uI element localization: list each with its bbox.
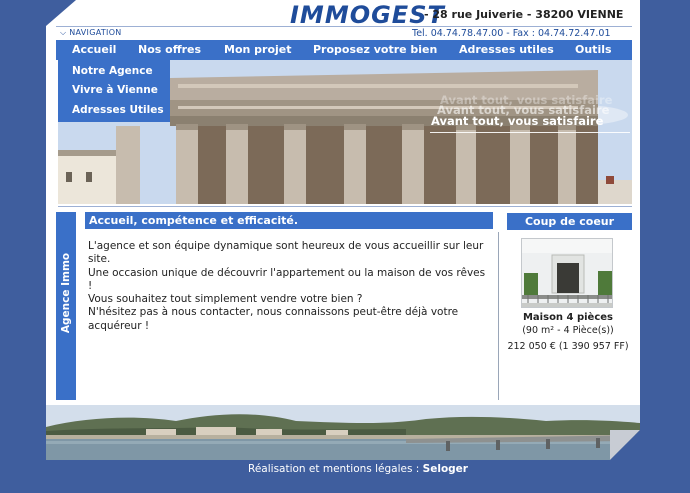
navigation-hint: ⌵ NAVIGATION	[60, 28, 122, 38]
menu-item-adresses-utiles[interactable]: Adresses utiles	[459, 43, 554, 56]
column-divider	[498, 232, 499, 400]
main-menu-bar: Accueil Nos offres Mon projet Proposez v…	[56, 40, 632, 60]
intro-paragraph-3: Vous souhaitez tout simplement vendre vo…	[88, 293, 363, 306]
navigation-hint-label: NAVIGATION	[69, 28, 122, 37]
featured-property-photo[interactable]	[521, 238, 613, 308]
side-tab: Agence Immo	[56, 212, 76, 400]
coup-de-coeur-heading: Coup de coeur	[507, 213, 632, 230]
submenu-item-vivre-a-vienne[interactable]: Vivre à Vienne	[72, 84, 158, 96]
featured-property-details: (90 m² - 4 Pièce(s))	[522, 325, 614, 336]
vienne-panorama	[46, 405, 640, 460]
main-text: L'agence et son équipe dynamique sont he…	[88, 240, 488, 333]
header-divider	[56, 26, 632, 27]
featured-property-title[interactable]: Maison 4 pièces	[500, 312, 636, 323]
river-panorama-image	[46, 405, 640, 460]
footer: Réalisation et mentions légales : Seloge…	[0, 463, 690, 475]
chevron-down-icon: ⌵	[60, 28, 67, 37]
menu-item-outils[interactable]: Outils	[575, 43, 612, 56]
side-tab-label: Agence Immo	[60, 252, 72, 334]
intro-paragraph-4: N'hésitez pas à nous contacter, nous con…	[88, 306, 459, 332]
site-logo[interactable]: IMMOGEST	[290, 1, 445, 29]
agency-address: - 28 rue Juiverie - 38200 VIENNE	[424, 8, 624, 21]
main-heading: Accueil, compétence et efficacité.	[85, 212, 493, 229]
menu-item-mon-projet[interactable]: Mon projet	[224, 43, 292, 56]
house-facade-image	[522, 239, 612, 307]
footer-text: Réalisation et mentions légales :	[248, 463, 420, 475]
intro-paragraph-2: Une occasion unique de découvrir l'appar…	[88, 266, 486, 292]
intro-paragraph-1: L'agence et son équipe dynamique sont he…	[88, 240, 484, 266]
page-fold-corner	[610, 430, 640, 460]
banner-divider	[58, 206, 632, 207]
banner-slogan: Avant tout, vous satisfaire	[431, 114, 604, 128]
submenu-item-adresses-utiles[interactable]: Adresses Utiles	[72, 104, 164, 116]
accueil-dropdown: Notre Agence Vivre à Vienne Adresses Uti…	[58, 60, 170, 122]
menu-item-proposez-votre-bien[interactable]: Proposez votre bien	[313, 43, 437, 56]
submenu-item-notre-agence[interactable]: Notre Agence	[72, 65, 153, 77]
menu-item-accueil[interactable]: Accueil	[72, 43, 116, 56]
page-corner-cut	[46, 0, 76, 26]
menu-item-nos-offres[interactable]: Nos offres	[138, 43, 201, 56]
contact-phone-fax: Tel. 04.74.78.47.00 - Fax : 04.74.72.47.…	[412, 28, 611, 39]
footer-seloger-link[interactable]: Seloger	[423, 463, 468, 475]
featured-property-price: 212 050 € (1 390 957 FF)	[507, 341, 629, 352]
